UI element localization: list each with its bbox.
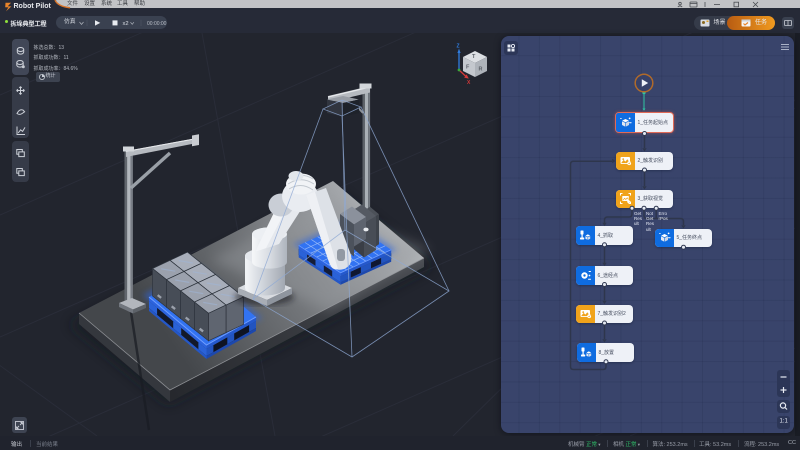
svg-text:x2: x2 [123, 21, 129, 27]
svg-text:1:1: 1:1 [780, 419, 789, 425]
svg-text:X: X [467, 80, 471, 86]
svg-text:R: R [479, 67, 483, 73]
svg-text:Z: Z [457, 44, 460, 50]
svg-text:00:00:00: 00:00:00 [147, 21, 167, 27]
